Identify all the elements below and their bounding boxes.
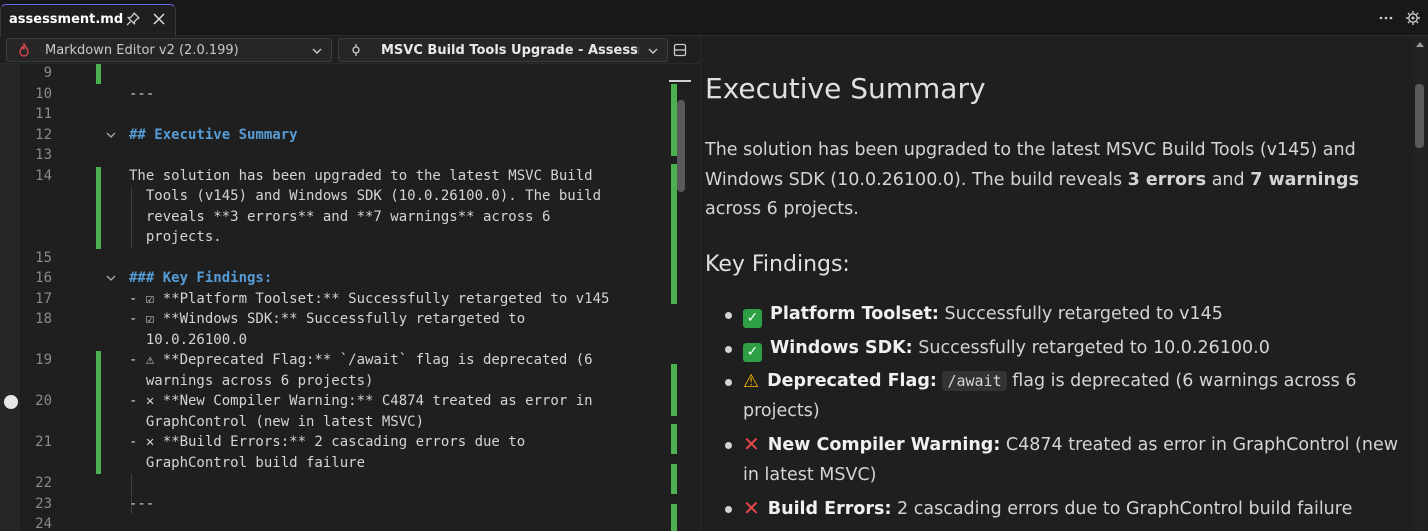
code-line[interactable]: - ✕ **Build Errors:** 2 cascading errors… (129, 434, 525, 450)
code-line[interactable]: - ⚠ **Deprecated Flag:** `/await` flag i… (129, 352, 593, 368)
code-line[interactable]: warnings across 6 projects) (129, 373, 374, 389)
list-item: ✕ New Compiler Warning: C4874 treated as … (723, 430, 1403, 490)
code-line[interactable]: 10.0.26100.0 (129, 332, 247, 348)
flame-icon (19, 43, 29, 57)
list-item: ✕ Build Errors: 2 cascading errors due to… (723, 494, 1403, 525)
preview-heading-key-findings: Key Findings: (705, 252, 850, 277)
finding-label: Build Errors: (767, 499, 892, 519)
glyph-margin[interactable] (0, 64, 20, 531)
code-line[interactable]: Tools (v145) and Windows SDK (10.0.26100… (129, 188, 601, 204)
cross-mark-icon: ✕ (743, 496, 760, 520)
preview-heading-executive-summary: Executive Summary (705, 72, 986, 105)
chevron-down-icon (648, 48, 658, 54)
scroll-up-arrow-icon[interactable] (1415, 40, 1425, 48)
list-item: ⚠ Deprecated Flag: /await flag is depreca… (723, 367, 1403, 426)
markdown-editor[interactable]: 9 10 11 12 13 14 15 16 17 18 19 20 21 22… (0, 64, 700, 531)
code-line[interactable]: --- (129, 496, 154, 512)
tab-title: assessment.md (9, 12, 124, 27)
editor-toolbar: Markdown Editor v2 (2.0.199) MSVC Build … (0, 36, 700, 64)
overview-ruler-cursor (669, 80, 691, 82)
pin-icon[interactable] (125, 11, 141, 27)
line-number: 20 (35, 393, 52, 409)
more-actions-icon[interactable] (1378, 10, 1394, 26)
code-line[interactable]: - ☑ **Windows SDK:** Successfully retarg… (129, 311, 525, 327)
diff-added-marker (96, 351, 101, 474)
finding-label: Platform Toolset: (770, 304, 939, 324)
cross-mark-icon: ✕ (743, 432, 760, 456)
overview-ruler-change (671, 504, 677, 531)
check-mark-icon: ✓ (743, 309, 762, 328)
finding-text: Successfully retargeted to 10.0.26100.0 (912, 337, 1270, 358)
preview-scrollbar-thumb[interactable] (1415, 84, 1424, 148)
warning-icon: ⚠ (743, 371, 760, 392)
finding-label: Deprecated Flag: (767, 371, 937, 391)
line-number: 15 (35, 250, 52, 266)
line-number: 11 (35, 106, 52, 122)
code-line[interactable]: projects. (129, 229, 222, 245)
editor-selector-dropdown[interactable]: Markdown Editor v2 (2.0.199) (6, 38, 332, 62)
line-number: 16 (35, 270, 52, 286)
tab-assessment-md[interactable]: assessment.md (0, 4, 176, 36)
line-number: 9 (43, 65, 52, 81)
outline-node-icon (352, 44, 360, 56)
list-item: ✓ Platform Toolset: Successfully retarget… (723, 300, 1403, 330)
code-line-heading[interactable]: ## Executive Summary (129, 127, 298, 143)
chevron-down-icon (312, 48, 322, 54)
document-selector-label: MSVC Build Tools Upgrade - Assessment (381, 43, 639, 58)
overview-ruler-change (671, 424, 677, 454)
paragraph-bold: 3 errors (1127, 169, 1207, 190)
fold-chevron-icon[interactable] (105, 272, 117, 284)
line-number: 18 (35, 311, 52, 327)
overview-ruler-change (671, 464, 677, 494)
code-line[interactable]: The solution has been upgraded to the la… (129, 168, 593, 184)
code-line[interactable]: GraphControl (new in latest MSVC) (129, 414, 424, 430)
editor-scrollbar-thumb[interactable] (677, 100, 685, 192)
paragraph-text: and (1206, 169, 1251, 190)
finding-label: Windows SDK: (770, 337, 913, 358)
code-line[interactable]: - ☑ **Platform Toolset:** Successfully r… (129, 291, 609, 307)
line-number: 22 (35, 475, 52, 491)
key-findings-list: ✓ Platform Toolset: Successfully retarget… (723, 300, 1403, 529)
line-number: 23 (35, 496, 52, 512)
fold-chevron-icon[interactable] (105, 129, 117, 141)
code-line[interactable]: GraphControl build failure (129, 455, 365, 471)
diff-added-marker (96, 64, 101, 84)
split-view-icon[interactable] (672, 42, 688, 58)
line-number: 24 (35, 516, 52, 531)
line-number: 19 (35, 352, 52, 368)
line-number: 13 (35, 147, 52, 163)
line-number: 12 (35, 127, 52, 143)
list-item: ✓ Windows SDK: Successfully retargeted to… (723, 334, 1403, 364)
tab-bar: assessment.md (0, 0, 1428, 36)
document-selector-dropdown[interactable]: MSVC Build Tools Upgrade - Assessment (338, 38, 668, 62)
finding-text: 2 cascading errors due to GraphControl b… (891, 499, 1353, 519)
editor-selector-label: Markdown Editor v2 (2.0.199) (45, 43, 239, 58)
code-line[interactable]: --- (129, 86, 154, 102)
line-number: 17 (35, 291, 52, 307)
check-mark-icon: ✓ (743, 342, 762, 362)
breakpoint-indicator[interactable] (4, 395, 18, 409)
markdown-preview[interactable]: Executive Summary The solution has been … (700, 36, 1428, 531)
preview-summary-paragraph: The solution has been upgraded to the la… (705, 136, 1395, 225)
line-number: 14 (35, 168, 52, 184)
code-line-heading[interactable]: ### Key Findings: (129, 270, 272, 286)
paragraph-text: across 6 projects. (705, 199, 859, 219)
line-number: 21 (35, 434, 52, 450)
overview-ruler-change (671, 364, 677, 416)
finding-text: Successfully retargeted to v145 (938, 304, 1223, 324)
code-line[interactable]: reveals **3 errors** and **7 warnings** … (129, 209, 551, 225)
line-number: 10 (35, 86, 52, 102)
code-line[interactable]: - ✕ **New Compiler Warning:** C4874 trea… (129, 393, 593, 409)
inline-code: /await (942, 371, 1007, 391)
close-icon[interactable] (151, 11, 167, 27)
diff-added-marker (96, 167, 101, 249)
finding-label: New Compiler Warning: (767, 435, 1001, 455)
paragraph-bold: 7 warnings (1250, 169, 1359, 190)
gear-icon[interactable] (1405, 10, 1421, 26)
